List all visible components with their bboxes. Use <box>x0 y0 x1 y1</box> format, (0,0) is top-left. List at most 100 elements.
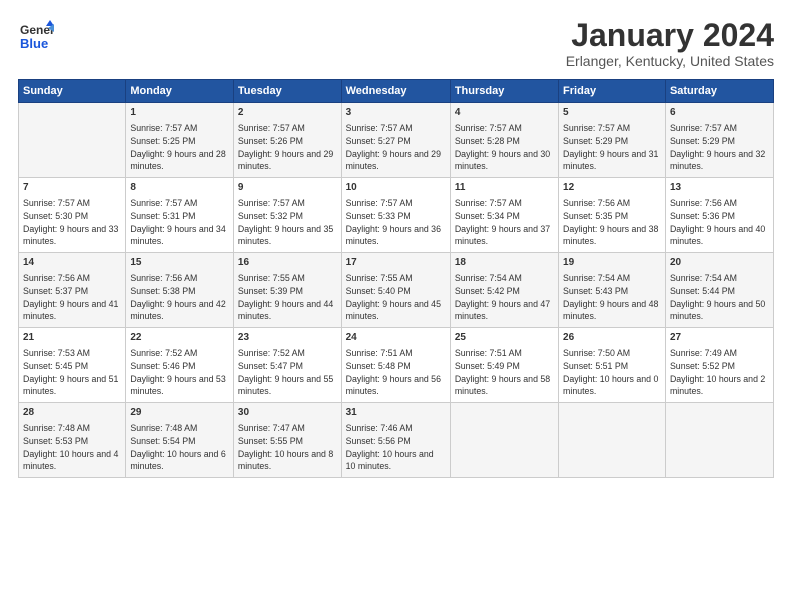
day-number: 11 <box>455 181 554 195</box>
day-info: Sunrise: 7:55 AM Sunset: 5:39 PM Dayligh… <box>238 272 337 323</box>
day-number: 26 <box>563 331 661 345</box>
day-info: Sunrise: 7:57 AM Sunset: 5:34 PM Dayligh… <box>455 197 554 248</box>
day-info: Sunrise: 7:57 AM Sunset: 5:29 PM Dayligh… <box>670 122 769 173</box>
day-cell: 10Sunrise: 7:57 AM Sunset: 5:33 PM Dayli… <box>341 178 450 253</box>
day-info: Sunrise: 7:46 AM Sunset: 5:56 PM Dayligh… <box>346 422 446 473</box>
day-number: 16 <box>238 256 337 270</box>
week-row-4: 28 Sunrise: 7:48 AM Sunset: 5:53 PM Dayli… <box>19 403 774 478</box>
header-tuesday: Tuesday <box>233 80 341 103</box>
day-cell: 18Sunrise: 7:54 AM Sunset: 5:42 PM Dayli… <box>450 253 558 328</box>
day-number: 25 <box>455 331 554 345</box>
day-number: 3 <box>346 106 446 120</box>
day-cell: 30 Sunrise: 7:47 AM Sunset: 5:55 PM Dayli… <box>233 403 341 478</box>
day-cell <box>665 403 773 478</box>
day-number: 21 <box>23 331 121 345</box>
day-number: 28 <box>23 406 121 420</box>
day-info: Sunrise: 7:49 AM Sunset: 5:52 PM Dayligh… <box>670 347 769 398</box>
day-cell: 6 Sunrise: 7:57 AM Sunset: 5:29 PM Daylig… <box>665 103 773 178</box>
day-number: 20 <box>670 256 769 270</box>
day-info: Sunrise: 7:54 AM Sunset: 5:43 PM Dayligh… <box>563 272 661 323</box>
day-info: Sunrise: 7:56 AM Sunset: 5:38 PM Dayligh… <box>130 272 229 323</box>
day-info: Sunrise: 7:57 AM Sunset: 5:33 PM Dayligh… <box>346 197 446 248</box>
day-info: Sunrise: 7:56 AM Sunset: 5:35 PM Dayligh… <box>563 197 661 248</box>
week-row-3: 21Sunrise: 7:53 AM Sunset: 5:45 PM Dayli… <box>19 328 774 403</box>
week-row-0: 1Sunrise: 7:57 AM Sunset: 5:25 PM Daylig… <box>19 103 774 178</box>
day-cell: 29Sunrise: 7:48 AM Sunset: 5:54 PM Dayli… <box>126 403 234 478</box>
day-cell: 5 Sunrise: 7:57 AM Sunset: 5:29 PM Daylig… <box>559 103 666 178</box>
logo-icon: General Blue <box>18 18 54 54</box>
day-info: Sunrise: 7:55 AM Sunset: 5:40 PM Dayligh… <box>346 272 446 323</box>
day-cell: 13 Sunrise: 7:56 AM Sunset: 5:36 PM Dayli… <box>665 178 773 253</box>
day-cell: 2 Sunrise: 7:57 AM Sunset: 5:26 PM Daylig… <box>233 103 341 178</box>
day-info: Sunrise: 7:57 AM Sunset: 5:27 PM Dayligh… <box>346 122 446 173</box>
day-info: Sunrise: 7:52 AM Sunset: 5:47 PM Dayligh… <box>238 347 337 398</box>
day-info: Sunrise: 7:48 AM Sunset: 5:53 PM Dayligh… <box>23 422 121 473</box>
day-cell: 26 Sunrise: 7:50 AM Sunset: 5:51 PM Dayli… <box>559 328 666 403</box>
day-number: 18 <box>455 256 554 270</box>
header: General Blue January 2024 Erlanger, Kent… <box>18 18 774 69</box>
day-cell: 16 Sunrise: 7:55 AM Sunset: 5:39 PM Dayli… <box>233 253 341 328</box>
day-number: 19 <box>563 256 661 270</box>
day-cell: 28 Sunrise: 7:48 AM Sunset: 5:53 PM Dayli… <box>19 403 126 478</box>
day-number: 24 <box>346 331 446 345</box>
day-number: 14 <box>23 256 121 270</box>
day-cell: 1Sunrise: 7:57 AM Sunset: 5:25 PM Daylig… <box>126 103 234 178</box>
logo: General Blue <box>18 18 54 54</box>
calendar-table: Sunday Monday Tuesday Wednesday Thursday… <box>18 79 774 478</box>
day-info: Sunrise: 7:50 AM Sunset: 5:51 PM Dayligh… <box>563 347 661 398</box>
day-cell: 15 Sunrise: 7:56 AM Sunset: 5:38 PM Dayli… <box>126 253 234 328</box>
day-info: Sunrise: 7:57 AM Sunset: 5:32 PM Dayligh… <box>238 197 337 248</box>
day-number: 7 <box>23 181 121 195</box>
location-title: Erlanger, Kentucky, United States <box>566 53 774 69</box>
header-sunday: Sunday <box>19 80 126 103</box>
header-friday: Friday <box>559 80 666 103</box>
day-number: 31 <box>346 406 446 420</box>
day-info: Sunrise: 7:47 AM Sunset: 5:55 PM Dayligh… <box>238 422 337 473</box>
day-info: Sunrise: 7:57 AM Sunset: 5:31 PM Dayligh… <box>130 197 229 248</box>
day-number: 27 <box>670 331 769 345</box>
calendar-page: General Blue January 2024 Erlanger, Kent… <box>0 0 792 612</box>
day-number: 30 <box>238 406 337 420</box>
day-number: 9 <box>238 181 337 195</box>
day-cell: 3 Sunrise: 7:57 AM Sunset: 5:27 PM Daylig… <box>341 103 450 178</box>
day-number: 2 <box>238 106 337 120</box>
header-wednesday: Wednesday <box>341 80 450 103</box>
day-cell: 17 Sunrise: 7:55 AM Sunset: 5:40 PM Dayli… <box>341 253 450 328</box>
day-info: Sunrise: 7:57 AM Sunset: 5:30 PM Dayligh… <box>23 197 121 248</box>
day-number: 12 <box>563 181 661 195</box>
day-number: 22 <box>130 331 229 345</box>
day-cell: 7 Sunrise: 7:57 AM Sunset: 5:30 PM Daylig… <box>19 178 126 253</box>
week-row-1: 7 Sunrise: 7:57 AM Sunset: 5:30 PM Daylig… <box>19 178 774 253</box>
day-info: Sunrise: 7:56 AM Sunset: 5:36 PM Dayligh… <box>670 197 769 248</box>
day-number: 8 <box>130 181 229 195</box>
day-cell <box>19 103 126 178</box>
day-number: 5 <box>563 106 661 120</box>
svg-text:Blue: Blue <box>20 36 48 51</box>
day-cell: 20Sunrise: 7:54 AM Sunset: 5:44 PM Dayli… <box>665 253 773 328</box>
day-info: Sunrise: 7:56 AM Sunset: 5:37 PM Dayligh… <box>23 272 121 323</box>
day-cell: 24Sunrise: 7:51 AM Sunset: 5:48 PM Dayli… <box>341 328 450 403</box>
day-number: 13 <box>670 181 769 195</box>
day-cell: 31 Sunrise: 7:46 AM Sunset: 5:56 PM Dayli… <box>341 403 450 478</box>
title-section: January 2024 Erlanger, Kentucky, United … <box>566 18 774 69</box>
day-number: 29 <box>130 406 229 420</box>
header-thursday: Thursday <box>450 80 558 103</box>
day-number: 6 <box>670 106 769 120</box>
month-title: January 2024 <box>566 18 774 53</box>
day-number: 17 <box>346 256 446 270</box>
day-number: 15 <box>130 256 229 270</box>
day-cell: 12 Sunrise: 7:56 AM Sunset: 5:35 PM Dayli… <box>559 178 666 253</box>
day-cell <box>559 403 666 478</box>
day-cell: 27 Sunrise: 7:49 AM Sunset: 5:52 PM Dayli… <box>665 328 773 403</box>
day-info: Sunrise: 7:57 AM Sunset: 5:26 PM Dayligh… <box>238 122 337 173</box>
day-cell: 19 Sunrise: 7:54 AM Sunset: 5:43 PM Dayli… <box>559 253 666 328</box>
day-number: 23 <box>238 331 337 345</box>
header-row: Sunday Monday Tuesday Wednesday Thursday… <box>19 80 774 103</box>
day-cell: 8 Sunrise: 7:57 AM Sunset: 5:31 PM Daylig… <box>126 178 234 253</box>
day-cell: 9 Sunrise: 7:57 AM Sunset: 5:32 PM Daylig… <box>233 178 341 253</box>
day-cell: 14 Sunrise: 7:56 AM Sunset: 5:37 PM Dayli… <box>19 253 126 328</box>
day-info: Sunrise: 7:57 AM Sunset: 5:29 PM Dayligh… <box>563 122 661 173</box>
day-cell: 25Sunrise: 7:51 AM Sunset: 5:49 PM Dayli… <box>450 328 558 403</box>
day-number: 4 <box>455 106 554 120</box>
header-monday: Monday <box>126 80 234 103</box>
